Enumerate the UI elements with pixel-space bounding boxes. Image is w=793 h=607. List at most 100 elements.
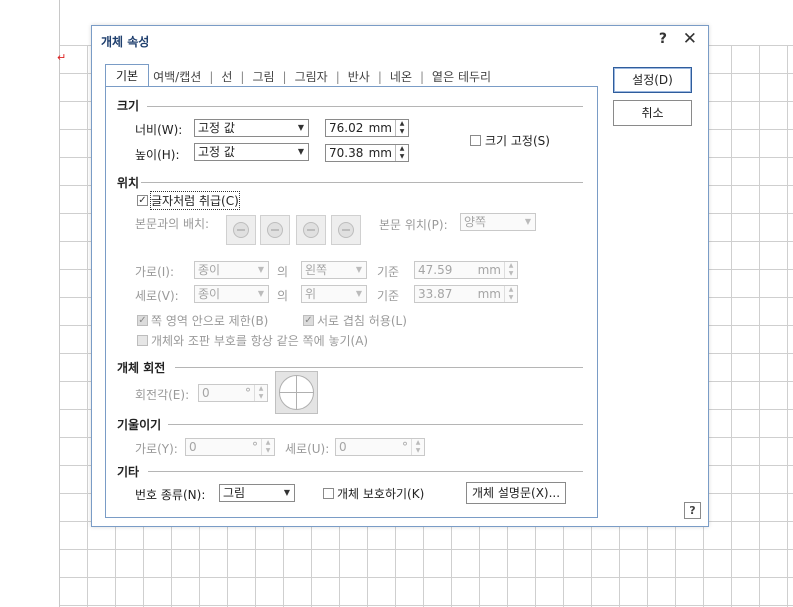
text-position-label: 본문 위치(P): [379, 218, 448, 232]
tab-picture[interactable]: 그림 [248, 67, 278, 87]
placement-top-bottom-button[interactable] [260, 215, 290, 245]
section-position-title: 위치 [117, 176, 140, 190]
tab-soft-edge[interactable]: 옅은 테두리 [428, 67, 495, 87]
vertical-offset-unit: mm [477, 287, 501, 301]
help-icon[interactable]: ? [659, 31, 667, 47]
tab-basic[interactable]: 기본 [105, 64, 150, 88]
spin-buttons[interactable]: ▲ ▼ [261, 439, 274, 455]
tab-line[interactable]: 선 [217, 67, 236, 87]
tab-separator: | [282, 70, 287, 84]
chevron-down-icon: ▼ [297, 147, 304, 156]
horizontal-ref-value: 종이 [198, 263, 221, 277]
width-unit: mm [368, 121, 392, 135]
same-page-checkbox[interactable] [137, 335, 148, 346]
section-divider [141, 182, 583, 183]
limit-to-page-label: 쪽 영역 안으로 제한(B) [151, 314, 269, 328]
skew-vertical-label: 세로(U): [285, 442, 330, 456]
dialog-titlebar[interactable]: 개체 속성 ? ✕ [92, 26, 708, 54]
tab-separator: | [335, 70, 340, 84]
spin-buttons[interactable]: ▲ ▼ [254, 385, 267, 401]
help-box-icon[interactable]: ? [684, 502, 701, 519]
spin-buttons[interactable]: ▲ ▼ [395, 120, 408, 136]
tab-separator: | [209, 70, 214, 84]
size-lock-label: 크기 고정(S) [485, 134, 550, 148]
height-spinner[interactable]: 70.38 mm ▲ ▼ [325, 144, 409, 162]
section-divider [147, 106, 583, 107]
horizontal-offset-value: 47.59 [418, 263, 453, 277]
object-description-button[interactable]: 개체 설명문(X)... [466, 482, 567, 504]
rotation-angle-value: 0 [202, 386, 210, 400]
horizontal-label: 가로(I): [135, 265, 175, 279]
paragraph-mark-icon: ↵ [57, 51, 67, 64]
cancel-button[interactable]: 취소 [613, 100, 692, 126]
section-divider [168, 424, 583, 425]
tab-neon[interactable]: 네온 [386, 67, 416, 87]
rotation-degree-unit: ° [245, 386, 251, 400]
section-divider [175, 367, 583, 368]
chevron-down-icon: ▼ [257, 265, 264, 274]
vertical-of-label: 의 [277, 289, 289, 303]
height-mode-value: 고정 값 [198, 145, 235, 159]
document-left-margin [0, 0, 60, 607]
section-divider [148, 471, 583, 472]
text-position-select[interactable]: 양쪽 ▼ [460, 213, 536, 231]
skew-vertical-unit: ° [402, 440, 408, 454]
horizontal-offset-spinner[interactable]: 47.59 mm ▲ ▼ [414, 261, 518, 279]
dialog-title: 개체 속성 [101, 35, 150, 49]
treat-as-char-checkbox[interactable]: ✓ [137, 195, 148, 206]
size-lock-checkbox[interactable] [470, 135, 481, 146]
horizontal-align-select[interactable]: 왼쪽 ▼ [301, 261, 367, 279]
same-page-label: 개체와 조판 부호를 항상 같은 쪽에 놓기(A) [151, 334, 369, 348]
horizontal-align-value: 왼쪽 [305, 263, 328, 277]
rotation-preview [275, 371, 318, 414]
tab-strip: 기본 여백/캡션 | 선 | 그림 | 그림자 | 반사 | 네온 | 옅은 테… [105, 64, 495, 88]
tab-margin-caption[interactable]: 여백/캡션 [149, 67, 205, 87]
placement-square-button[interactable] [226, 215, 256, 245]
spin-buttons[interactable]: ▲ ▼ [504, 262, 517, 278]
horizontal-offset-unit: mm [477, 263, 501, 277]
spin-buttons[interactable]: ▲ ▼ [411, 439, 424, 455]
height-mode-select[interactable]: 고정 값 ▼ [194, 143, 309, 161]
section-skew-title: 기울이기 [117, 418, 162, 432]
tab-separator: | [240, 70, 245, 84]
horizontal-base-label: 기준 [377, 265, 400, 279]
protect-object-checkbox[interactable] [323, 488, 334, 499]
placement-behind-text-button[interactable] [296, 215, 326, 245]
chevron-down-icon: ▼ [355, 289, 362, 298]
rotation-angle-label: 회전각(E): [135, 388, 190, 402]
spin-buttons[interactable]: ▲ ▼ [395, 145, 408, 161]
height-label: 높이(H): [135, 148, 180, 162]
skew-horizontal-label: 가로(Y): [135, 442, 178, 456]
spin-buttons[interactable]: ▲ ▼ [504, 286, 517, 302]
close-icon[interactable]: ✕ [683, 29, 697, 49]
vertical-offset-spinner[interactable]: 33.87 mm ▲ ▼ [414, 285, 518, 303]
vertical-align-select[interactable]: 위 ▼ [301, 285, 367, 303]
ok-button[interactable]: 설정(D) [613, 67, 692, 93]
vertical-align-value: 위 [305, 287, 317, 301]
tab-shadow[interactable]: 그림자 [291, 67, 332, 87]
rotation-angle-spinner[interactable]: 0 ° ▲ ▼ [198, 384, 268, 402]
width-mode-select[interactable]: 고정 값 ▼ [194, 119, 309, 137]
width-label: 너비(W): [135, 123, 183, 137]
horizontal-ref-select[interactable]: 종이 ▼ [194, 261, 269, 279]
skew-horizontal-spinner[interactable]: 0 ° ▲ ▼ [185, 438, 275, 456]
chevron-down-icon: ▼ [283, 488, 290, 497]
placement-in-front-button[interactable] [331, 215, 361, 245]
skew-vertical-spinner[interactable]: 0 ° ▲ ▼ [335, 438, 425, 456]
chevron-down-icon: ▼ [355, 265, 362, 274]
section-rotation-title: 개체 회전 [117, 361, 166, 375]
width-spinner[interactable]: 76.02 mm ▲ ▼ [325, 119, 409, 137]
vertical-ref-select[interactable]: 종이 ▼ [194, 285, 269, 303]
width-value: 76.02 [329, 121, 364, 135]
vertical-ref-value: 종이 [198, 287, 221, 301]
numbering-select[interactable]: 그림 ▼ [219, 484, 295, 502]
limit-to-page-checkbox[interactable]: ✓ [137, 315, 148, 326]
allow-overlap-checkbox[interactable]: ✓ [303, 315, 314, 326]
skew-vertical-value: 0 [339, 440, 347, 454]
numbering-label: 번호 종류(N): [135, 488, 206, 502]
text-position-value: 양쪽 [464, 215, 487, 229]
vertical-label: 세로(V): [135, 289, 179, 303]
chevron-down-icon: ▼ [297, 123, 304, 132]
skew-horizontal-unit: ° [252, 440, 258, 454]
tab-reflection[interactable]: 반사 [344, 67, 374, 87]
